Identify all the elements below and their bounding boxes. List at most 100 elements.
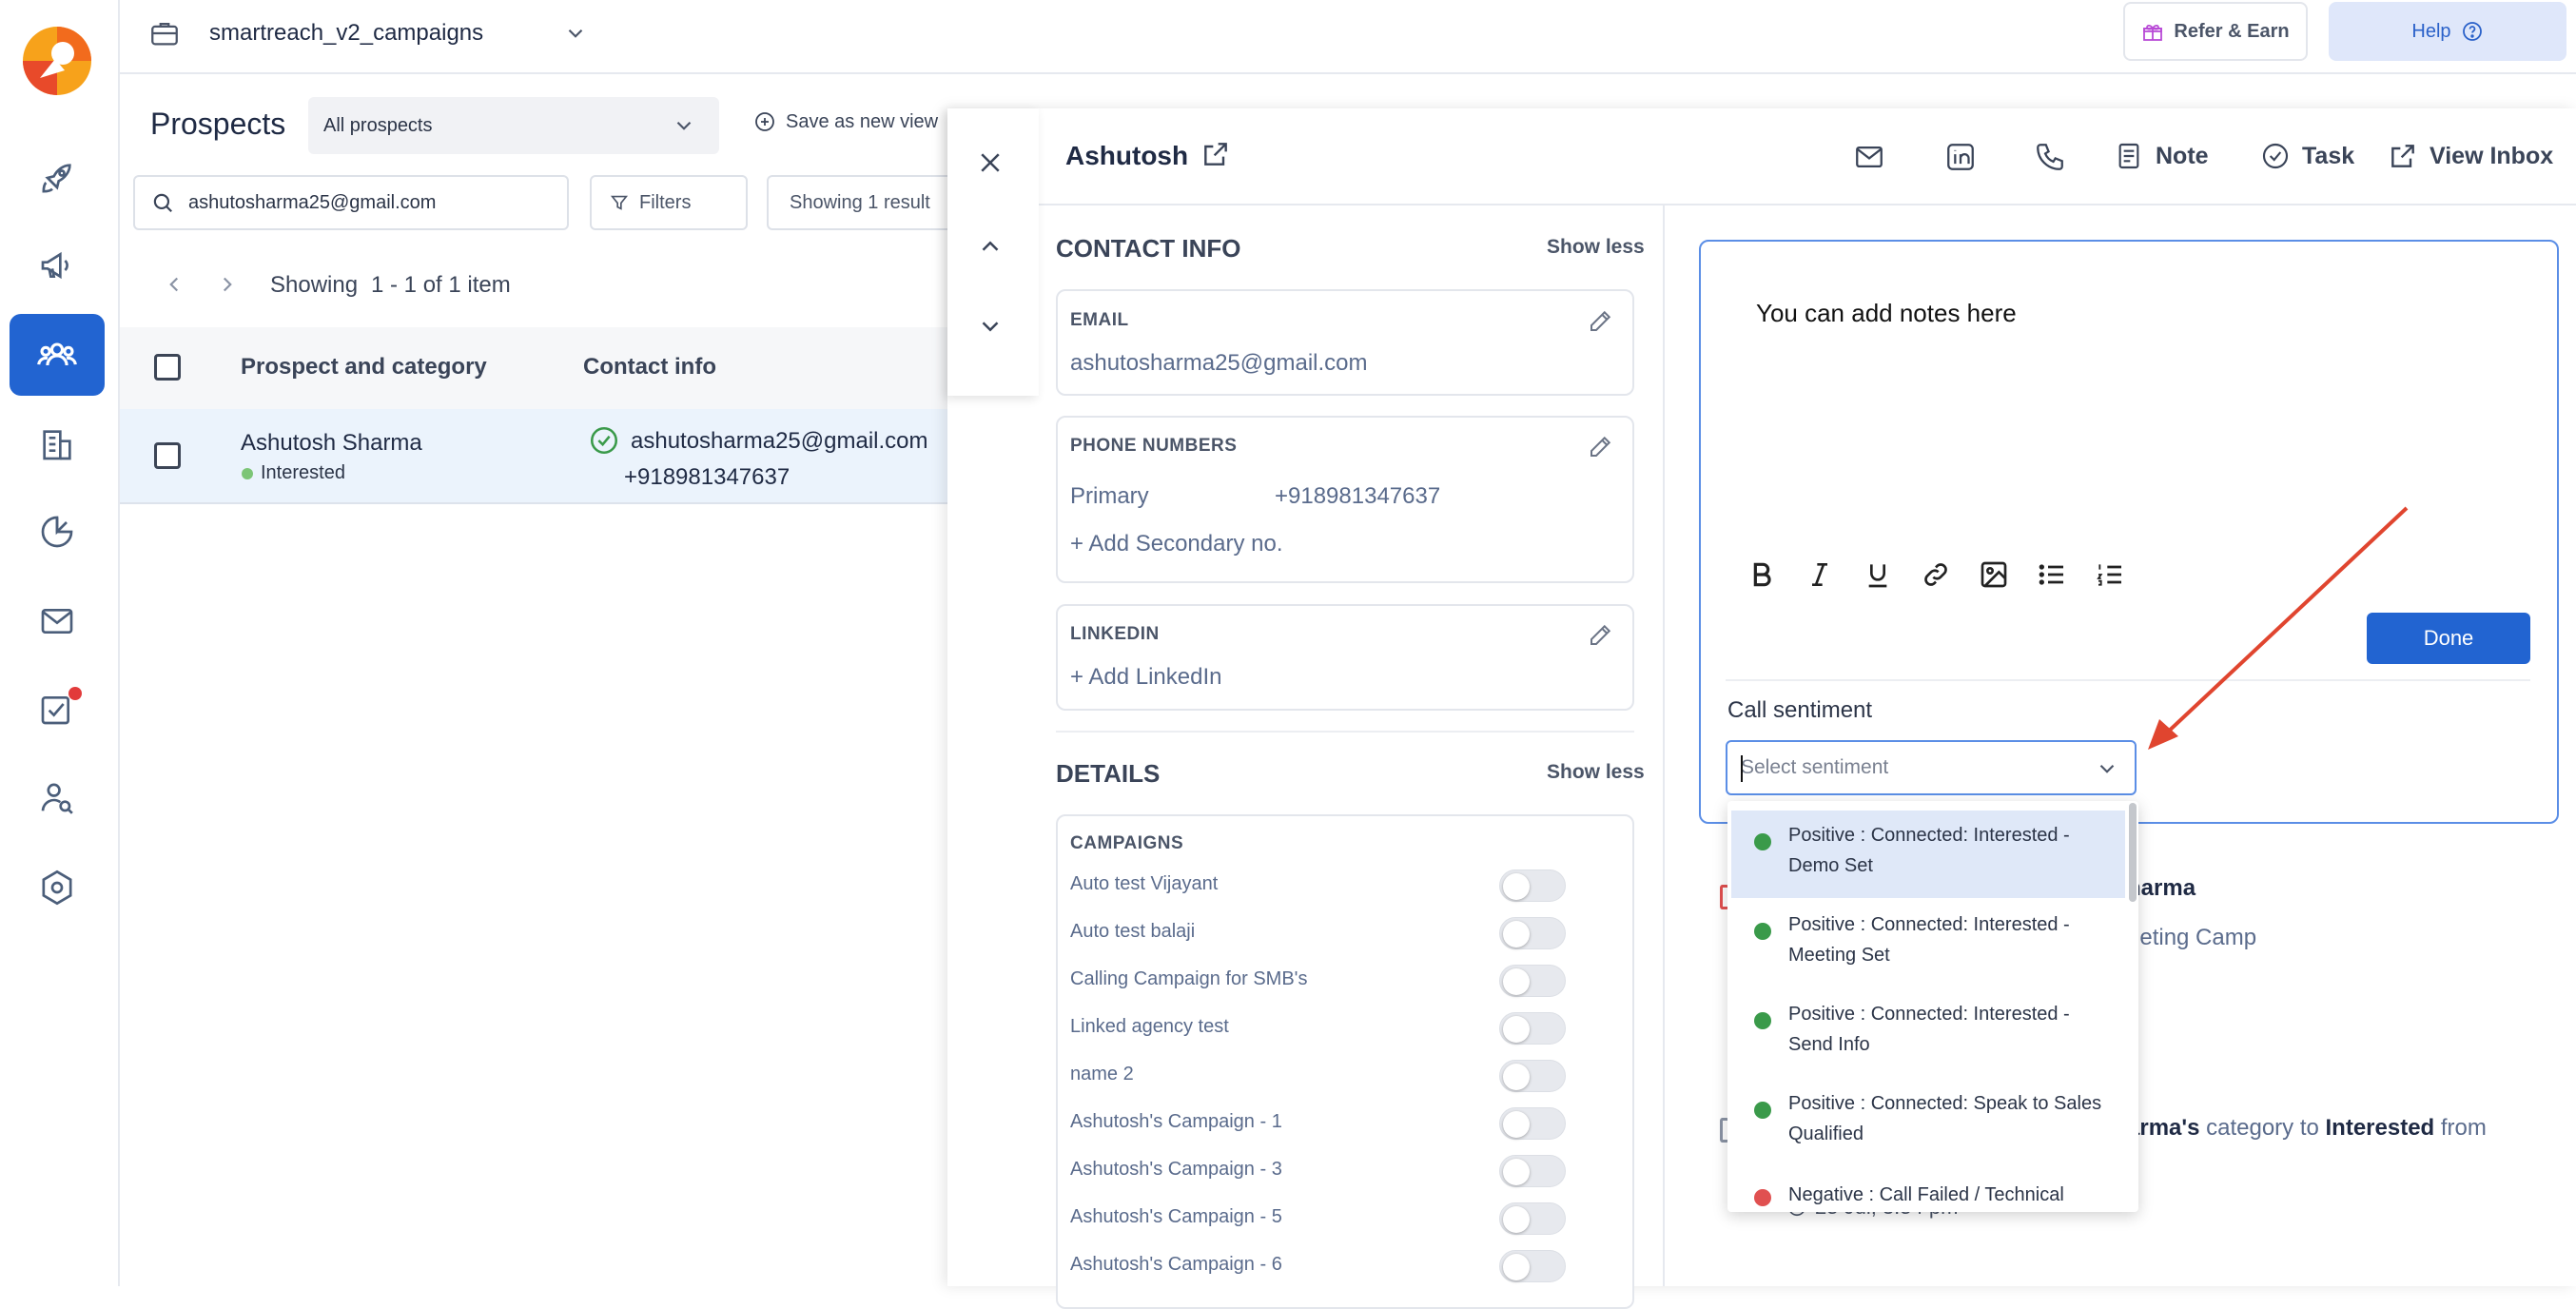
campaign-name: Ashutosh's Campaign - 1	[1070, 1111, 1282, 1132]
done-label: Done	[2423, 626, 2474, 650]
option-line: Positive : Connected: Interested -	[1788, 1004, 2070, 1025]
campaign-name: Auto test balaji	[1070, 921, 1196, 942]
contact-info-title: CONTACT INFO	[1056, 234, 1241, 263]
previous-prospect-icon[interactable]	[976, 232, 1005, 261]
showing-label: Showing	[270, 272, 359, 298]
sentiment-option[interactable]: Negative : Call Failed / Technical	[1731, 1170, 2125, 1212]
phone-action-icon[interactable]	[2034, 141, 2066, 173]
campaign-toggle[interactable]	[1499, 1107, 1566, 1140]
open-external-icon[interactable]	[1200, 139, 1231, 169]
top-bar: smartreach_v2_campaigns Refer & Earn Hel…	[120, 0, 2576, 74]
campaigns-caption: CAMPAIGNS	[1070, 833, 1184, 853]
add-secondary-phone-link[interactable]: + Add Secondary no.	[1070, 531, 1283, 557]
workspace-name[interactable]: smartreach_v2_campaigns	[209, 20, 483, 47]
nav-rocket-icon[interactable]	[10, 137, 105, 219]
dropdown-scrollbar[interactable]	[2129, 803, 2137, 902]
select-all-checkbox[interactable]	[154, 354, 181, 381]
nav-reports-icon[interactable]	[10, 491, 105, 573]
bullet-list-icon[interactable]	[2037, 559, 2067, 590]
nav-tasks-icon[interactable]	[10, 668, 105, 750]
task-action-label: Task	[2302, 142, 2355, 169]
sentiment-option[interactable]: Positive : Connected: Interested - Demo S…	[1731, 811, 2125, 898]
row-checkbox[interactable]	[154, 442, 181, 469]
campaign-toggle[interactable]	[1499, 1012, 1566, 1045]
campaign-toggle[interactable]	[1499, 1202, 1566, 1235]
note-action-button[interactable]: Note	[2114, 141, 2209, 171]
filters-button[interactable]: Filters	[590, 175, 748, 230]
positive-dot	[1754, 923, 1771, 940]
search-input[interactable]: ashutosharma25@gmail.com	[133, 175, 569, 230]
phone-type: Primary	[1070, 483, 1149, 509]
task-check-icon	[2262, 143, 2289, 169]
campaign-name: Auto test Vijayant	[1070, 873, 1219, 894]
positive-dot	[1754, 1012, 1771, 1029]
sentiment-option[interactable]: Positive : Connected: Interested - Send I…	[1731, 989, 2125, 1077]
edit-linkedin-icon[interactable]	[1587, 620, 1615, 649]
close-icon[interactable]	[976, 148, 1005, 177]
help-button[interactable]: Help	[2329, 2, 2566, 61]
campaign-toggle[interactable]	[1499, 1250, 1566, 1282]
edit-email-icon[interactable]	[1587, 306, 1615, 335]
view-select[interactable]: All prospects	[308, 97, 719, 154]
sentiment-select[interactable]: Select sentiment	[1726, 740, 2137, 795]
workspace-chevron-down-icon[interactable]	[563, 21, 588, 46]
category-dot	[242, 468, 253, 479]
campaign-toggle[interactable]	[1499, 917, 1566, 949]
linkedin-action-icon[interactable]	[1944, 141, 1977, 173]
section-divider	[1056, 731, 1634, 733]
app-logo[interactable]	[21, 25, 93, 97]
next-page-icon[interactable]	[215, 272, 240, 297]
campaign-toggle[interactable]	[1499, 965, 1566, 997]
nav-prospects-icon[interactable]	[10, 314, 105, 396]
campaign-name: Linked agency test	[1070, 1016, 1229, 1037]
view-select-value: All prospects	[323, 114, 433, 136]
option-line: Send Info	[1788, 1034, 1870, 1055]
table-row[interactable]	[120, 409, 949, 504]
phone-number: +918981347637	[1275, 483, 1441, 509]
note-body[interactable]: You can add notes here	[1756, 299, 2017, 328]
activity-category: Interested	[2325, 1115, 2435, 1141]
view-inbox-button[interactable]: View Inbox	[2388, 141, 2553, 171]
filter-icon	[610, 195, 629, 210]
email-action-icon[interactable]	[1853, 141, 1885, 173]
task-action-button[interactable]: Task	[2260, 141, 2354, 171]
campaign-toggle[interactable]	[1499, 1155, 1566, 1187]
panel-nav-controls	[947, 108, 1039, 396]
add-linkedin-link[interactable]: + Add LinkedIn	[1070, 664, 1221, 691]
bold-icon[interactable]	[1747, 559, 1777, 590]
sentiment-option[interactable]: Positive : Connected: Interested - Meetin…	[1731, 900, 2125, 987]
contact-email: ashutosharma25@gmail.com	[1070, 350, 1368, 376]
campaign-name: name 2	[1070, 1064, 1134, 1084]
link-icon[interactable]	[1921, 559, 1951, 590]
details-title: DETAILS	[1056, 759, 1161, 788]
italic-icon[interactable]	[1805, 559, 1835, 590]
prev-page-icon[interactable]	[162, 272, 186, 297]
edit-phone-icon[interactable]	[1587, 432, 1615, 460]
save-view-button[interactable]: Save as new view	[753, 110, 938, 133]
campaign-toggle[interactable]	[1499, 869, 1566, 902]
campaign-toggle[interactable]	[1499, 1060, 1566, 1092]
nav-settings-icon[interactable]	[10, 847, 105, 928]
linkedin-card	[1056, 604, 1634, 711]
refer-earn-button[interactable]: Refer & Earn	[2123, 2, 2308, 61]
underline-icon[interactable]	[1863, 559, 1893, 590]
campaign-name: Ashutosh's Campaign - 5	[1070, 1206, 1282, 1227]
text-cursor	[1741, 755, 1743, 782]
nav-accounts-icon[interactable]	[10, 403, 105, 485]
prospect-name[interactable]: Ashutosh Sharma	[241, 430, 422, 457]
next-prospect-icon[interactable]	[976, 312, 1005, 341]
campaign-name: Ashutosh's Campaign - 3	[1070, 1159, 1282, 1180]
image-icon[interactable]	[1979, 559, 2009, 590]
page-title: Prospects	[150, 107, 286, 141]
nav-user-search-icon[interactable]	[10, 757, 105, 839]
prospect-panel-name: Ashutosh	[1065, 141, 1189, 170]
contact-info-toggle[interactable]: Show less	[1547, 236, 1645, 259]
option-line: Meeting Set	[1788, 945, 1890, 966]
nav-megaphone-icon[interactable]	[10, 225, 105, 306]
nav-inbox-icon[interactable]	[10, 580, 105, 662]
campaign-name: Calling Campaign for SMB's	[1070, 968, 1308, 989]
details-toggle[interactable]: Show less	[1547, 761, 1645, 784]
numbered-list-icon[interactable]	[2095, 559, 2125, 590]
column-header-prospect: Prospect and category	[241, 354, 487, 380]
sentiment-option[interactable]: Positive : Connected: Speak to Sales Qual…	[1731, 1079, 2125, 1166]
